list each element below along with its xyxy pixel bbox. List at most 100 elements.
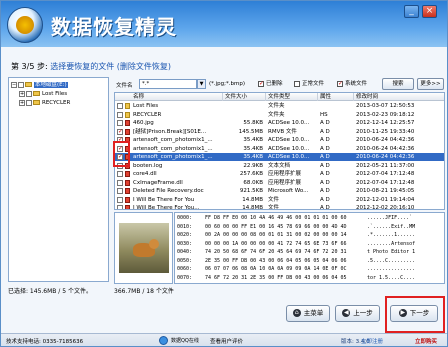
- cell-size: 257.6KB: [239, 171, 263, 177]
- minimize-button[interactable]: _: [404, 5, 419, 18]
- arrow-right-icon: ▶: [398, 309, 407, 317]
- search-button[interactable]: 搜索: [382, 78, 414, 90]
- buy-link[interactable]: 立即购买: [415, 337, 437, 345]
- table-row[interactable]: ✓ artensoft_com_photomix1_... 35.4KB ACDSee…: [115, 136, 444, 144]
- column-name[interactable]: 名称: [115, 93, 223, 101]
- close-button[interactable]: ×: [422, 5, 437, 18]
- image-preview: [114, 212, 173, 284]
- tree-item-lost-files[interactable]: + Lost Files: [19, 90, 67, 98]
- app-title: 数据恢复精灵: [51, 15, 177, 39]
- cell-type: Microsoft Wo...: [268, 188, 309, 194]
- row-checkbox[interactable]: [117, 120, 123, 126]
- file-list[interactable]: 名称 文件大小 文件类型 属性 修改时间 Lost Files 文件夹 2013-0…: [114, 92, 445, 210]
- table-row[interactable]: RECYCLER 文件夹 HS 2013-02-23 09:18:12: [115, 111, 444, 119]
- table-row[interactable]: ✓ [越狱]Prison.Break][S01E... 145.5MB RMVB 文件…: [115, 128, 444, 136]
- row-checkbox[interactable]: [117, 205, 123, 209]
- table-row[interactable]: Lost Files 文件夹 2013-03-07 12:50:53: [115, 102, 444, 110]
- more-button[interactable]: 更多>>: [417, 78, 444, 90]
- total-summary: 366.7MB / 18 个文件: [114, 288, 174, 295]
- deleted-label: 已删除: [266, 81, 283, 87]
- table-row[interactable]: I Will Be There For You 14.8MB 文件 A D 2012-1…: [115, 196, 444, 204]
- normal-checkbox[interactable]: 正常文件: [294, 79, 324, 89]
- row-checkbox[interactable]: [117, 188, 123, 194]
- checkbox[interactable]: [18, 81, 24, 88]
- table-row[interactable]: core4.dll 257.6KB 应用程序扩展 A D 2012-07-04 17:1…: [115, 170, 444, 178]
- cell-type: ACDSee 10.0...: [268, 145, 310, 152]
- cell-attr: A D: [320, 128, 330, 135]
- previous-button[interactable]: ◀ 上一步: [335, 305, 380, 322]
- cell-size: [223, 111, 266, 119]
- table-row[interactable]: CxImageFrame.dll 68.0KB 应用程序扩展 A D 2012-07-0…: [115, 179, 444, 187]
- row-checkbox[interactable]: [117, 179, 123, 186]
- user-review-link[interactable]: 查看用户评价: [210, 337, 243, 345]
- qq-online-link[interactable]: 数据QQ在线: [171, 337, 199, 344]
- expand-icon[interactable]: +: [19, 90, 25, 97]
- column-attr[interactable]: 属性: [318, 93, 354, 101]
- row-checkbox[interactable]: [117, 103, 123, 109]
- cell-type: ACDSee 10.0...: [268, 137, 310, 143]
- system-label: 系统文件: [345, 81, 368, 87]
- register-link[interactable]: 立即注册: [361, 337, 383, 345]
- hex-bytes: 06 07 07 06 08 0A 10 0A 0A 09 09 0A 14 0…: [205, 266, 347, 272]
- column-type[interactable]: 文件类型: [266, 93, 318, 101]
- table-row[interactable]: Deleted File Recovery.doc 921.5KB Microsof…: [115, 187, 444, 195]
- qq-icon[interactable]: [159, 336, 168, 345]
- cell-name: artensoft_com_photomix1_...: [133, 137, 213, 143]
- cell-attr: A D: [320, 120, 330, 126]
- cell-type: 文件夹: [268, 103, 285, 109]
- main-menu-button[interactable]: ⌂ 主菜单: [286, 305, 330, 322]
- cell-attr: A D: [320, 188, 330, 194]
- cell-time: 2012-07-04 17:12:48: [356, 179, 415, 186]
- table-row[interactable]: I Will Be There For You... 14.8MB 文件 A D 201…: [115, 204, 444, 210]
- checkbox[interactable]: [26, 90, 32, 97]
- app-window: 数据恢复精灵 _ × 第 3/5 步: 选择要恢复的文件 (删除文件恢复) − 本…: [0, 0, 448, 347]
- cell-name: [越狱]Prison.Break][S01E...: [133, 128, 207, 135]
- row-checkbox[interactable]: ✓: [117, 128, 123, 135]
- cell-time: 2010-06-24 04:42:36: [356, 137, 415, 143]
- table-row[interactable]: booten.log 22.9KB 文本文档 A D 2012-05-21 11:37:…: [115, 162, 444, 170]
- expand-icon[interactable]: −: [11, 81, 17, 88]
- folder-tree[interactable]: − 本地磁盘(E:) + Lost Files + RECYCLER: [8, 77, 109, 282]
- hex-ascii: .*.......1......: [367, 232, 416, 238]
- cell-type: RMVB 文件: [268, 128, 297, 135]
- normal-label: 正常文件: [302, 81, 325, 87]
- cell-attr: A D: [320, 145, 330, 152]
- preview-subject-head: [149, 239, 159, 249]
- row-checkbox[interactable]: [117, 171, 123, 177]
- chevron-down-icon[interactable]: ▼: [197, 79, 206, 89]
- hex-preview: 0000: FF D8 FF E0 00 10 4A 46 49 46 00 01…: [174, 212, 445, 284]
- step-prefix: 第 3/5 步:: [11, 62, 48, 71]
- expand-icon[interactable]: +: [19, 99, 25, 106]
- filename-hint: (*.jpg;*.bmp): [209, 81, 245, 87]
- deleted-file-icon: [125, 171, 130, 177]
- title-bar: 数据恢复精灵 _ ×: [1, 1, 447, 47]
- cell-size: 35.4KB: [243, 154, 263, 160]
- tree-item-root[interactable]: − 本地磁盘(E:): [11, 81, 68, 89]
- tree-item-recycler[interactable]: + RECYCLER: [19, 99, 70, 107]
- system-checkbox[interactable]: ✓ 系统文件: [337, 79, 367, 89]
- cell-size: 14.8MB: [242, 196, 263, 203]
- hex-row: 0050: 2E 35 00 FF DB 00 43 00 06 04 05 06…: [177, 258, 415, 265]
- cell-time: 2012-12-02 20:16:10: [356, 205, 415, 210]
- table-row[interactable]: ✓ artensoft_com_photomix1_... 35.4KB ACDSee…: [115, 153, 444, 161]
- deleted-checkbox[interactable]: ✓ 已删除: [258, 79, 283, 89]
- cell-time: 2012-12-14 12:25:57: [356, 120, 415, 126]
- cell-time: 2013-02-23 09:18:12: [356, 111, 415, 118]
- hex-row: 0020: 00 2A 00 00 00 08 00 01 01 31 00 02…: [177, 232, 415, 239]
- table-row[interactable]: 460.jpg 55.8KB ACDSee 10.0... A D 2012-12-14…: [115, 119, 444, 127]
- cell-size: 35.4KB: [243, 145, 263, 152]
- filename-input[interactable]: *.*: [139, 79, 197, 89]
- cell-type: 应用程序扩展: [268, 171, 302, 177]
- table-row[interactable]: ✓ artensoft_com_photomix1_... 35.4KB ACDSee…: [115, 145, 444, 153]
- row-checkbox[interactable]: [117, 196, 123, 203]
- checkbox[interactable]: [26, 99, 32, 106]
- step-note: (删除文件恢复): [116, 62, 171, 71]
- hex-bytes: 00 00 00 1A 00 00 00 00 41 72 74 65 6E 7…: [205, 240, 347, 247]
- selected-summary: 已选择: 145.6MB / 5 个文件。: [8, 288, 92, 295]
- folder-icon: [33, 100, 40, 105]
- column-time[interactable]: 修改时间: [354, 93, 444, 101]
- next-button[interactable]: ▶ 下一步: [390, 305, 438, 322]
- column-size[interactable]: 文件大小: [223, 93, 266, 101]
- row-checkbox[interactable]: [117, 111, 123, 118]
- cell-name: core4.dll: [133, 171, 157, 177]
